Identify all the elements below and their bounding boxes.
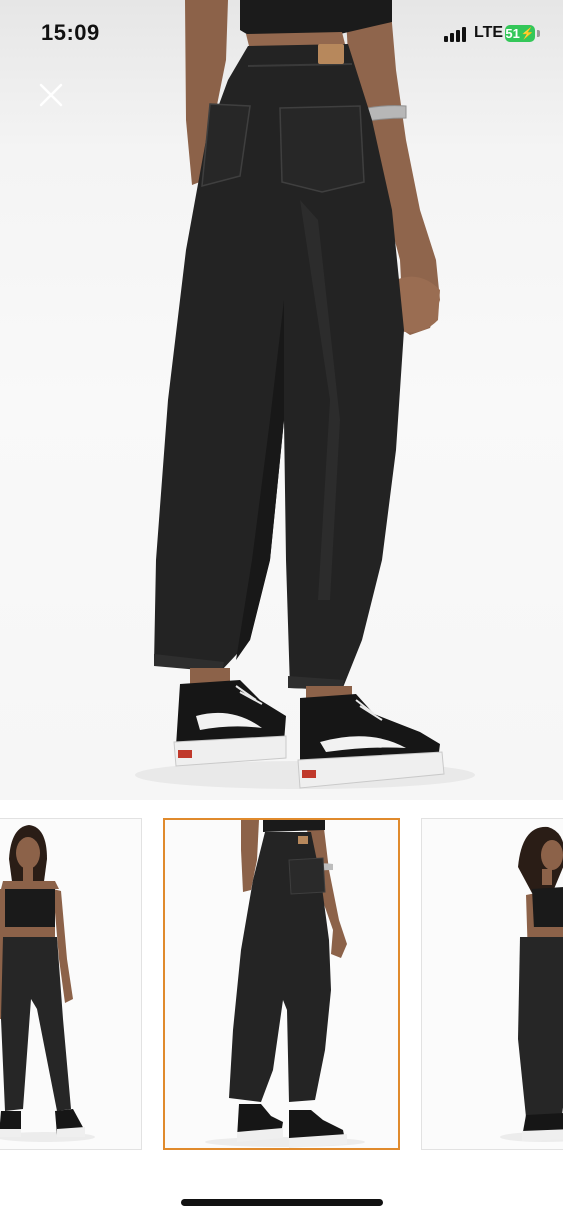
home-indicator[interactable] (181, 1199, 383, 1206)
thumbnail-back-view[interactable] (163, 818, 400, 1150)
battery-level: 51 (505, 26, 520, 41)
network-type: LTE (474, 24, 504, 41)
battery-cap (537, 30, 540, 37)
thumbnail-front-view[interactable] (0, 818, 142, 1150)
battery-icon: 51 ⚡ (505, 25, 535, 42)
close-button[interactable] (36, 80, 66, 110)
model-back-view-illustration (135, 0, 475, 789)
close-icon (39, 83, 63, 107)
status-time: 15:09 (41, 20, 100, 45)
thumbnail-strip (0, 816, 563, 1154)
main-product-image[interactable]: 15:09 LTE 51 ⚡ (0, 0, 563, 800)
cellular-signal-icon (444, 26, 470, 42)
thumbnail-side-view[interactable] (421, 818, 563, 1150)
